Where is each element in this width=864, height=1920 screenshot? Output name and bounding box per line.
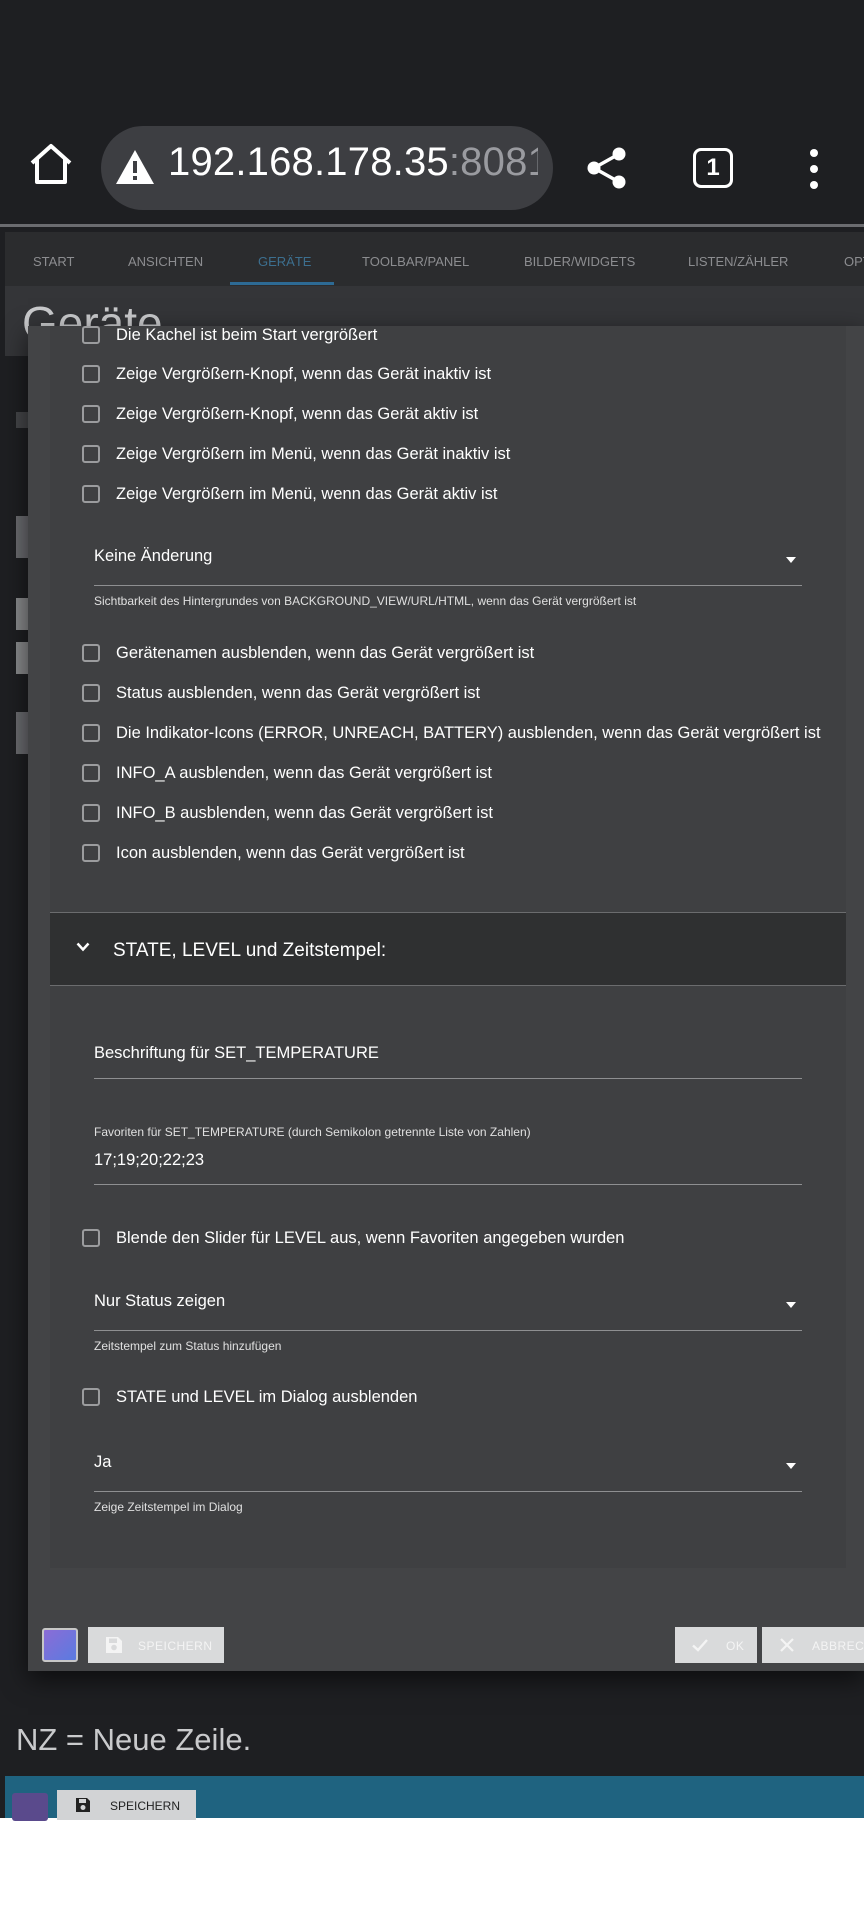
checkbox[interactable] bbox=[82, 1229, 100, 1247]
field-placeholder: Beschriftung für SET_TEMPERATURE bbox=[94, 1044, 379, 1062]
app-logo-icon bbox=[12, 1793, 48, 1821]
checkbox-label: INFO_A ausblenden, wenn das Gerät vergrö… bbox=[116, 764, 493, 782]
active-tab-indicator bbox=[230, 282, 334, 285]
dropdown-arrow-icon bbox=[786, 557, 796, 563]
select-helper-text: Zeige Zeitstempel im Dialog bbox=[94, 1500, 243, 1514]
dropdown-arrow-icon bbox=[786, 1463, 796, 1469]
save-label: SPEICHERN bbox=[138, 1639, 213, 1653]
background-fragment bbox=[16, 412, 28, 428]
checkbox[interactable] bbox=[82, 485, 100, 503]
ok-label: OK bbox=[726, 1639, 745, 1653]
close-icon bbox=[780, 1638, 794, 1652]
background-fragment bbox=[16, 642, 28, 674]
checkbox[interactable] bbox=[82, 326, 100, 344]
checkbox[interactable] bbox=[82, 764, 100, 782]
checkbox-label: Zeige Vergrößern im Menü, wenn das Gerät… bbox=[116, 445, 511, 463]
save-icon bbox=[76, 1798, 90, 1812]
cancel-button[interactable]: ABBRECH bbox=[762, 1627, 864, 1663]
select-helper-text: Zeitstempel zum Status hinzufügen bbox=[94, 1339, 282, 1353]
save-icon bbox=[106, 1637, 122, 1653]
checkbox[interactable] bbox=[82, 1388, 100, 1406]
check-icon bbox=[692, 1639, 708, 1652]
dialog-timestamp-select[interactable]: Ja bbox=[94, 1439, 802, 1492]
select-helper-text: Sichtbarkeit des Hintergrundes von BACKG… bbox=[94, 594, 637, 608]
url-port: :8081/# bbox=[448, 140, 538, 184]
tab-geraete[interactable]: GERÄTE bbox=[258, 254, 311, 269]
overflow-menu-icon[interactable] bbox=[806, 146, 822, 192]
checkbox-label: Zeige Vergrößern-Knopf, wenn das Gerät a… bbox=[116, 405, 479, 423]
checkbox-label: Die Indikator-Icons (ERROR, UNREACH, BAT… bbox=[116, 724, 821, 742]
background-visibility-select[interactable]: Keine Änderung bbox=[94, 533, 802, 586]
checkbox-label: Blende den Slider für LEVEL aus, wenn Fa… bbox=[116, 1229, 625, 1247]
ok-button[interactable]: OK bbox=[675, 1627, 757, 1663]
section-title: STATE, LEVEL und Zeitstempel: bbox=[113, 940, 387, 961]
background-save-label: SPEICHERN bbox=[110, 1799, 181, 1813]
background-fragment bbox=[16, 712, 28, 754]
select-value: Keine Änderung bbox=[94, 547, 213, 565]
select-value: Ja bbox=[94, 1453, 112, 1471]
dropdown-arrow-icon bbox=[786, 1302, 796, 1308]
app-tab-bar: START ANSICHTEN GERÄTE TOOLBAR/PANEL BIL… bbox=[5, 232, 864, 286]
background-fragment bbox=[16, 598, 28, 630]
checkbox[interactable] bbox=[82, 644, 100, 662]
tab-listen-zaehler[interactable]: LISTEN/ZÄHLER bbox=[688, 254, 788, 269]
tab-count: 1 bbox=[706, 154, 720, 181]
divider bbox=[0, 224, 864, 227]
background-save-button[interactable]: SPEICHERN bbox=[57, 1790, 196, 1820]
checkbox[interactable] bbox=[82, 445, 100, 463]
background-note: NZ = Neue Zeile. bbox=[16, 1722, 252, 1757]
tab-switcher-button[interactable]: 1 bbox=[693, 148, 733, 188]
checkbox-label: Zeige Vergrößern im Menü, wenn das Gerät… bbox=[116, 485, 498, 503]
checkbox[interactable] bbox=[82, 684, 100, 702]
url-text[interactable]: 192.168.178.35:8081/# bbox=[168, 140, 538, 185]
checkbox-label: Zeige Vergrößern-Knopf, wenn das Gerät i… bbox=[116, 365, 492, 383]
app-logo-icon bbox=[42, 1628, 78, 1662]
cancel-label: ABBRECH bbox=[812, 1639, 864, 1653]
checkbox-label: Gerätenamen ausblenden, wenn das Gerät v… bbox=[116, 644, 535, 662]
checkbox[interactable] bbox=[82, 804, 100, 822]
timestamp-status-select[interactable]: Nur Status zeigen bbox=[94, 1278, 802, 1331]
checkbox[interactable] bbox=[82, 724, 100, 742]
checkbox[interactable] bbox=[82, 844, 100, 862]
warning-icon[interactable] bbox=[114, 148, 156, 186]
tab-toolbar-panel[interactable]: TOOLBAR/PANEL bbox=[362, 254, 469, 269]
select-value: Nur Status zeigen bbox=[94, 1292, 226, 1310]
chevron-down-icon[interactable] bbox=[76, 942, 90, 952]
share-icon[interactable] bbox=[584, 145, 630, 191]
checkbox-label: STATE und LEVEL im Dialog ausblenden bbox=[116, 1388, 418, 1406]
checkbox-label: Die Kachel ist beim Start vergrößert bbox=[116, 326, 378, 344]
tab-bilder-widgets[interactable]: BILDER/WIDGETS bbox=[524, 254, 635, 269]
checkbox-label: Icon ausblenden, wenn das Gerät vergröße… bbox=[116, 844, 465, 862]
caption-set-temperature-field[interactable]: Beschriftung für SET_TEMPERATURE bbox=[94, 1018, 802, 1079]
home-icon[interactable] bbox=[28, 141, 74, 187]
checkbox[interactable] bbox=[82, 405, 100, 423]
checkbox[interactable] bbox=[82, 365, 100, 383]
background-fragment bbox=[16, 516, 28, 558]
field-value: 17;19;20;22;23 bbox=[94, 1151, 205, 1169]
checkbox-label: INFO_B ausblenden, wenn das Gerät vergrö… bbox=[116, 804, 493, 822]
url-host: 192.168.178.35 bbox=[168, 140, 449, 184]
tab-start[interactable]: START bbox=[33, 254, 74, 269]
checkbox-label: Status ausblenden, wenn das Gerät vergrö… bbox=[116, 684, 481, 702]
save-button[interactable]: SPEICHERN bbox=[88, 1627, 224, 1663]
field-label: Favoriten für SET_TEMPERATURE (durch Sem… bbox=[94, 1125, 531, 1139]
tab-ansichten[interactable]: ANSICHTEN bbox=[128, 254, 203, 269]
tab-optionen[interactable]: OPT bbox=[844, 254, 864, 269]
favorites-set-temperature-field[interactable]: Favoriten für SET_TEMPERATURE (durch Sem… bbox=[94, 1118, 802, 1185]
